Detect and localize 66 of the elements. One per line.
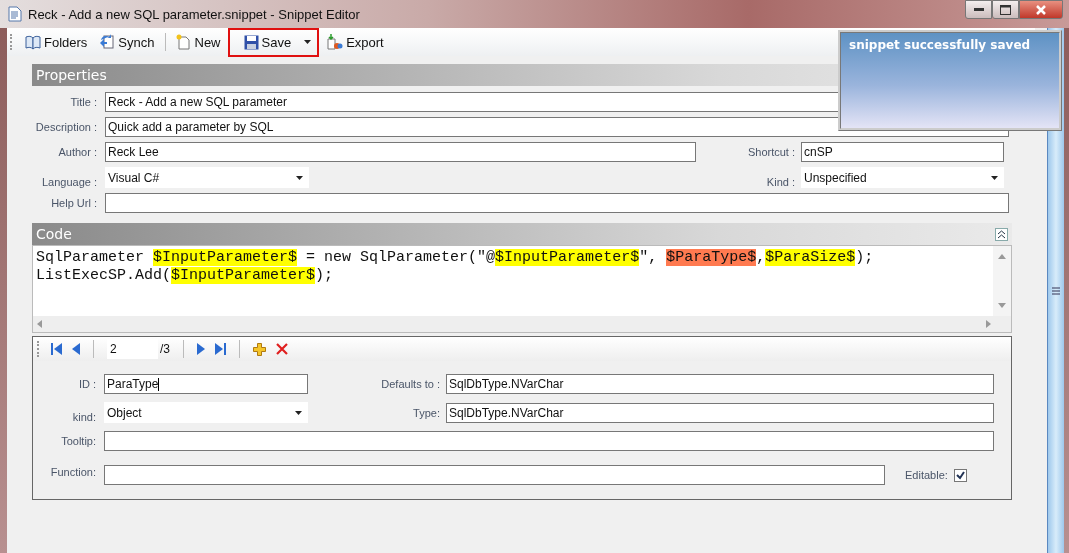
last-icon[interactable] xyxy=(215,343,226,355)
horizontal-scrollbar[interactable] xyxy=(33,316,1011,332)
export-icon xyxy=(326,34,344,50)
text-field[interactable]: SqlDbType.NVarChar xyxy=(446,374,994,394)
dropdown[interactable]: Visual C# xyxy=(105,167,309,188)
record-count: /3 xyxy=(160,342,170,356)
field-label: Author : xyxy=(57,146,97,158)
toolbar-button[interactable]: New xyxy=(170,30,226,54)
scroll-down-icon[interactable] xyxy=(998,303,1006,308)
minimize-button[interactable] xyxy=(965,0,992,19)
toolbar-button[interactable]: Synch xyxy=(94,30,160,54)
field-label: Shortcut : xyxy=(746,146,796,158)
grip-icon xyxy=(1052,286,1060,295)
caret-icon xyxy=(296,175,303,180)
field-label: Editable: xyxy=(905,469,948,481)
toolbar-button[interactable]: Folders xyxy=(20,30,93,54)
caret-icon xyxy=(304,40,312,44)
maximize-icon xyxy=(1000,4,1011,15)
field-label: Defaults to : xyxy=(380,378,441,390)
notification-popup: snippet successfully saved xyxy=(838,30,1062,131)
collapse-icon[interactable] xyxy=(995,227,1008,241)
toolbar-button[interactable]: Save xyxy=(227,27,320,57)
delete-icon[interactable] xyxy=(276,343,288,355)
text-field[interactable] xyxy=(104,431,994,451)
save-icon xyxy=(243,34,259,50)
vertical-scrollbar[interactable] xyxy=(993,246,1011,316)
checkbox[interactable] xyxy=(953,468,967,482)
dropdown[interactable]: Object xyxy=(104,402,308,423)
new-document-icon xyxy=(175,34,192,50)
section-header: Code xyxy=(36,225,72,244)
text-field[interactable]: Reck Lee xyxy=(105,142,696,162)
close-button[interactable] xyxy=(1019,0,1063,19)
field-label: Title : xyxy=(69,96,97,108)
window-title: Reck - Add a new SQL parameter.snippet - Snippet Editor xyxy=(28,6,360,22)
minimize-icon xyxy=(973,7,984,12)
field-label: Function: xyxy=(49,466,96,478)
field-label: Kind : xyxy=(765,174,796,188)
text-field[interactable]: ParaType xyxy=(104,374,308,394)
dropdown[interactable]: Unspecified xyxy=(801,167,1004,188)
book-icon xyxy=(25,34,41,50)
scroll-right-icon[interactable] xyxy=(986,320,991,328)
text-field[interactable] xyxy=(105,193,1009,213)
toolbar-button[interactable]: Export xyxy=(321,30,389,54)
text-field[interactable] xyxy=(104,465,885,485)
field-label: Tooltip: xyxy=(60,435,96,447)
first-icon[interactable] xyxy=(51,343,62,355)
sync-icon xyxy=(99,34,116,50)
text-field[interactable]: SqlDbType.NVarChar xyxy=(446,402,994,423)
field-label: Type: xyxy=(412,406,441,419)
next-icon[interactable] xyxy=(197,343,205,355)
position-field[interactable]: 2 xyxy=(107,339,158,359)
scroll-left-icon[interactable] xyxy=(37,320,42,328)
caret-icon xyxy=(991,175,998,180)
scroll-up-icon[interactable] xyxy=(998,254,1006,259)
caret-icon xyxy=(295,410,302,415)
close-icon xyxy=(1035,4,1047,15)
maximize-button[interactable] xyxy=(992,0,1019,19)
field-label: Language : xyxy=(40,174,97,188)
text-field[interactable]: cnSP xyxy=(801,142,1004,162)
field-label: kind: xyxy=(71,409,96,423)
add-icon[interactable] xyxy=(253,342,266,356)
field-label: Description : xyxy=(34,121,97,133)
field-label: ID : xyxy=(77,378,96,390)
field-label: Help Url : xyxy=(50,197,97,209)
previous-icon[interactable] xyxy=(72,343,80,355)
document-icon xyxy=(8,6,22,22)
